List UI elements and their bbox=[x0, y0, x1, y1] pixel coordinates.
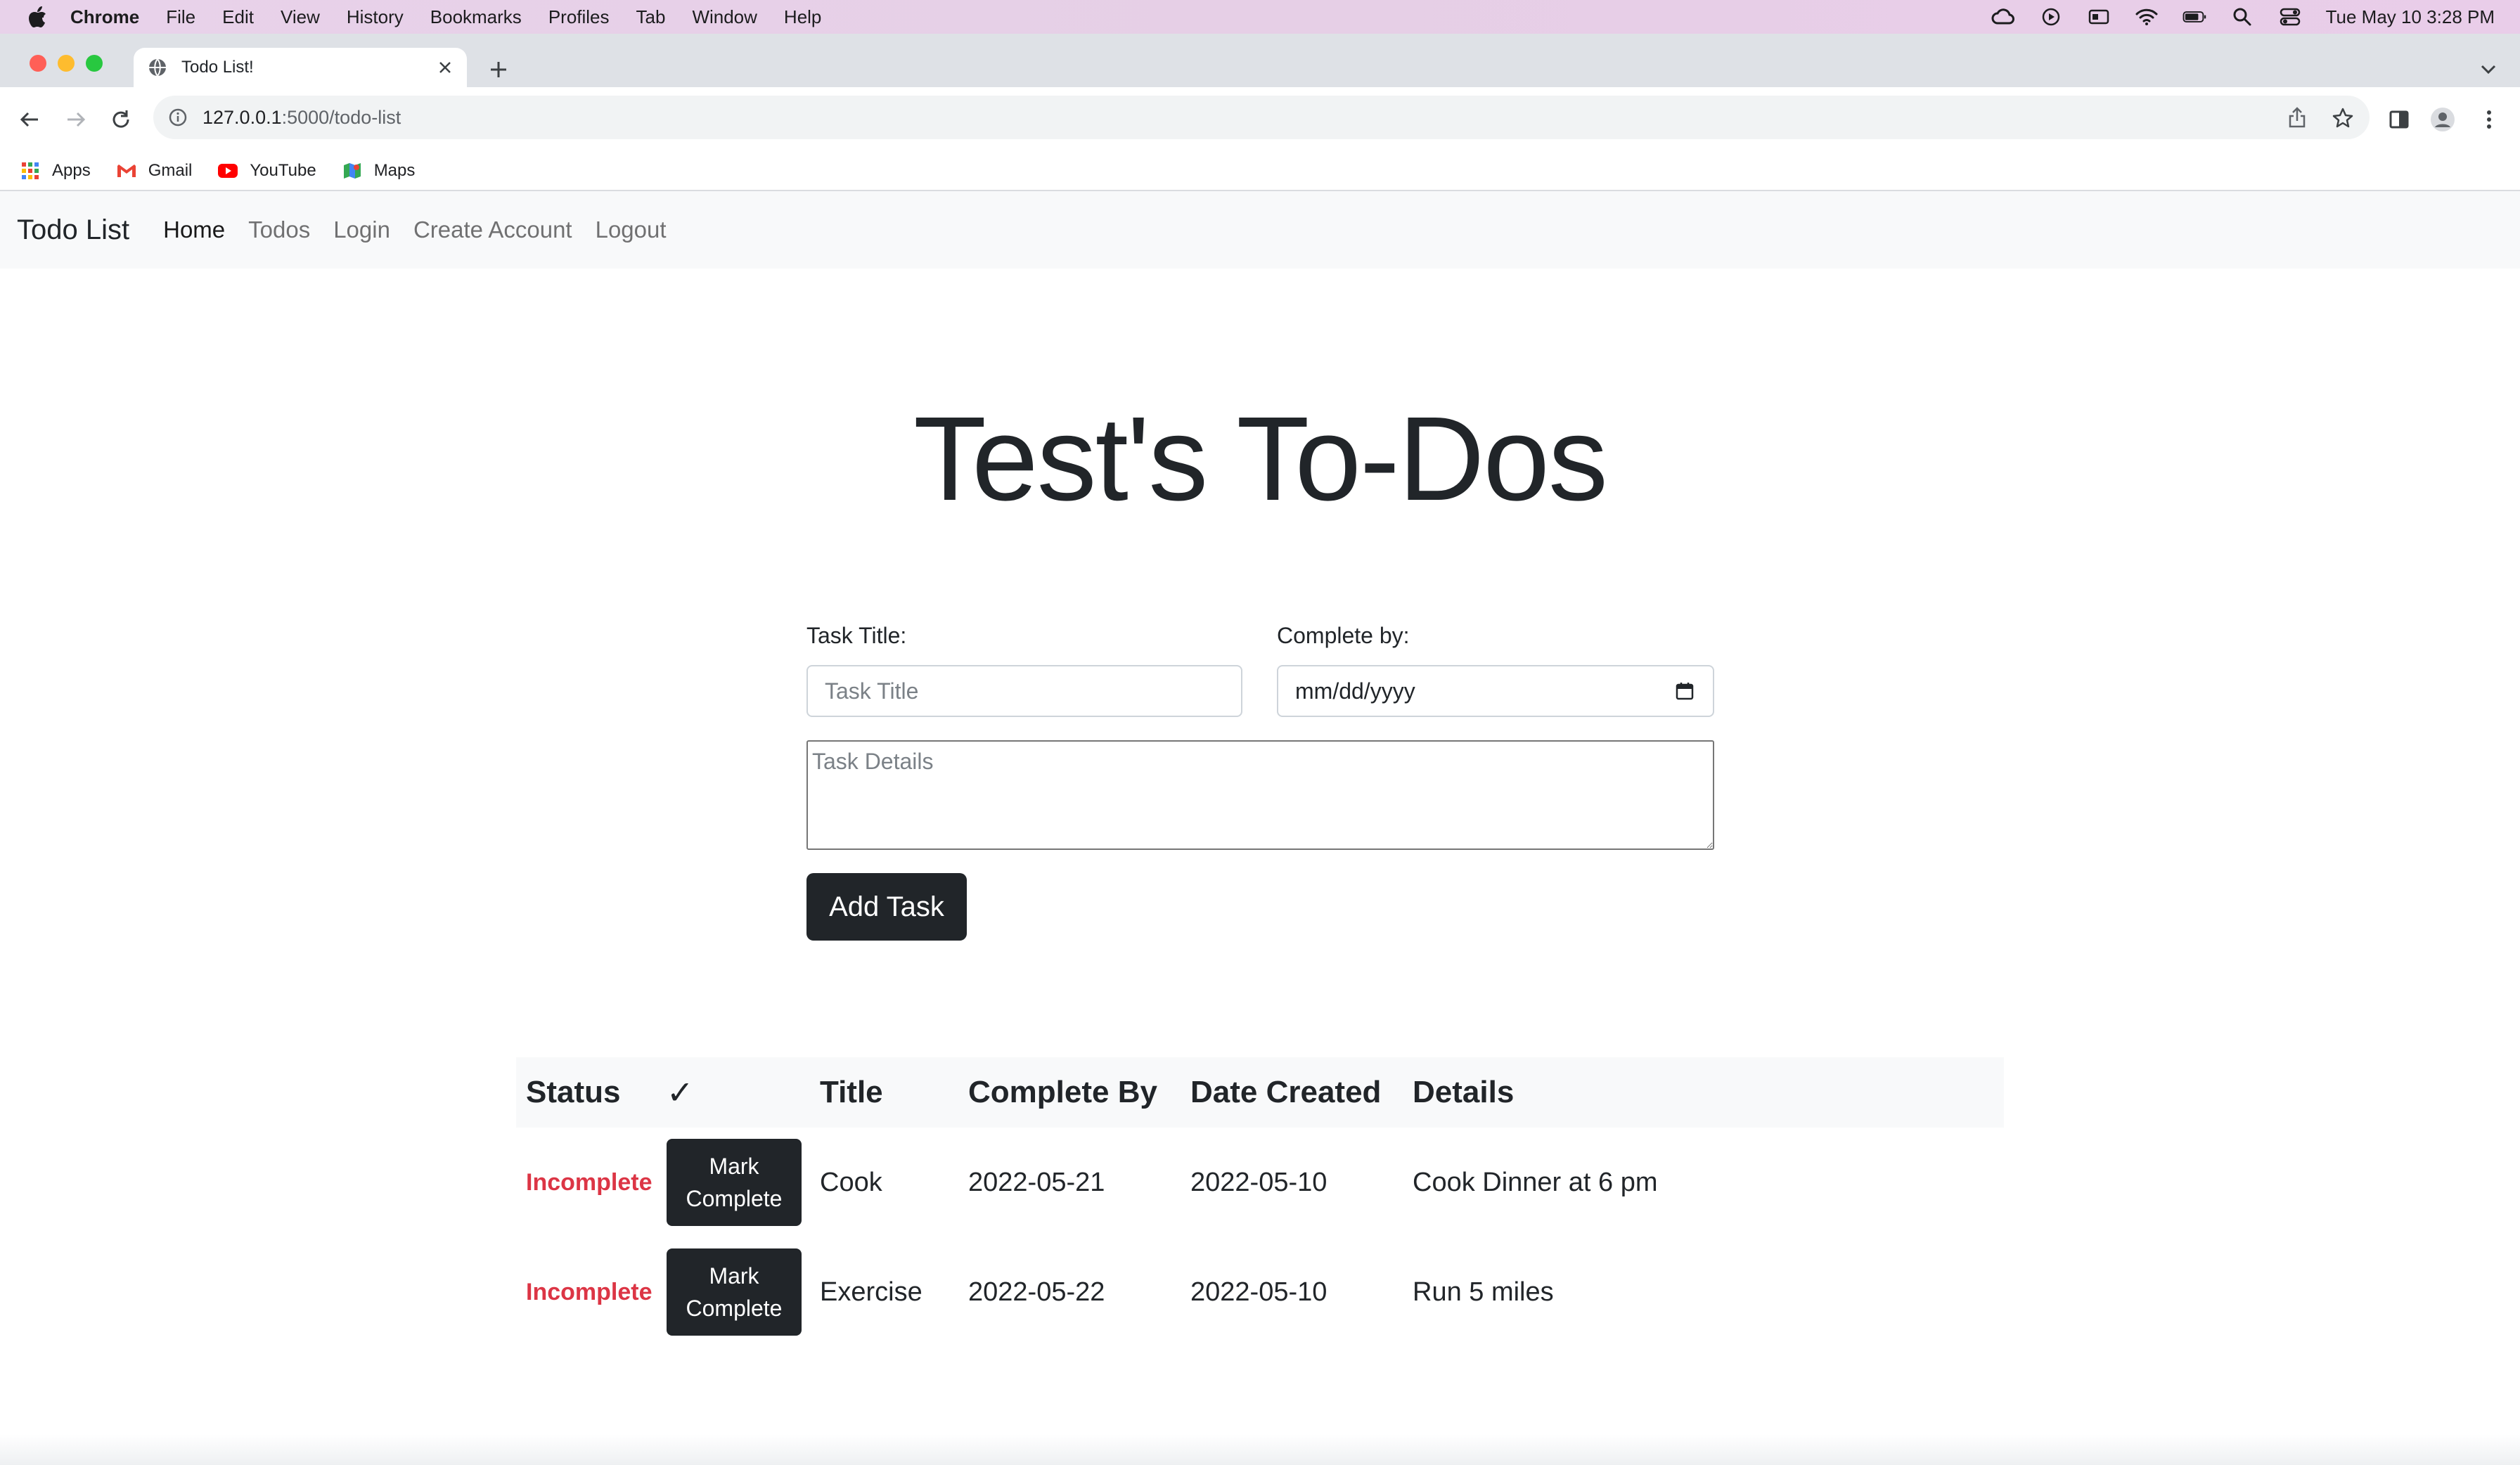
bookmarks-bar: Apps Gmail YouTube Maps bbox=[0, 152, 2520, 191]
add-task-button[interactable]: Add Task bbox=[806, 873, 967, 941]
apps-grid-icon bbox=[20, 160, 41, 181]
navbar-brand[interactable]: Todo List bbox=[17, 214, 129, 246]
mark-complete-button[interactable]: Mark Complete bbox=[667, 1139, 802, 1226]
apple-icon[interactable] bbox=[28, 5, 49, 29]
share-icon[interactable] bbox=[2287, 107, 2308, 128]
task-title-input[interactable] bbox=[806, 665, 1242, 717]
battery-icon[interactable] bbox=[2182, 6, 2206, 27]
bookmark-apps[interactable]: Apps bbox=[20, 160, 91, 181]
forward-arrow-icon[interactable] bbox=[63, 107, 89, 132]
details-cell: Run 5 miles bbox=[1413, 1277, 1554, 1307]
complete-by-cell: 2022-05-22 bbox=[968, 1277, 1105, 1307]
kebab-menu-icon[interactable] bbox=[2476, 107, 2502, 132]
browser-toolbar: 127.0.0.1:5000/todo-list bbox=[0, 87, 2520, 152]
menu-window[interactable]: Window bbox=[692, 6, 757, 28]
control-center-icon[interactable] bbox=[2278, 6, 2302, 27]
complete-by-cell: 2022-05-21 bbox=[968, 1167, 1105, 1197]
mac-menubar: Chrome File Edit View History Bookmarks … bbox=[0, 0, 2520, 34]
header-date-created: Date Created bbox=[1190, 1075, 1382, 1109]
complete-by-date-input[interactable]: mm/dd/yyyy bbox=[1277, 665, 1714, 717]
bookmark-youtube[interactable]: YouTube bbox=[217, 160, 316, 181]
todo-table: Status ✓ Title Complete By Date Created … bbox=[516, 1057, 2004, 1347]
url-text[interactable]: 127.0.0.1:5000/todo-list bbox=[202, 107, 401, 129]
back-arrow-icon[interactable] bbox=[17, 107, 42, 132]
status-badge: Incomplete bbox=[526, 1278, 652, 1305]
complete-by-label: Complete by: bbox=[1277, 623, 1410, 648]
window-close-button[interactable] bbox=[30, 55, 46, 72]
menu-edit[interactable]: Edit bbox=[222, 6, 254, 28]
page-title: Test's To-Dos bbox=[913, 392, 1608, 526]
status-badge: Incomplete bbox=[526, 1168, 652, 1196]
browser-tab-active[interactable]: Todo List! bbox=[134, 48, 467, 87]
menu-chrome[interactable]: Chrome bbox=[70, 6, 139, 28]
menu-file[interactable]: File bbox=[166, 6, 195, 28]
menu-profiles[interactable]: Profiles bbox=[548, 6, 610, 28]
header-checkmark-icon: ✓ bbox=[667, 1074, 694, 1111]
bookmark-star-icon[interactable] bbox=[2332, 107, 2354, 129]
date-placeholder: mm/dd/yyyy bbox=[1295, 678, 1415, 704]
close-icon[interactable] bbox=[435, 57, 456, 78]
browser-tabstrip: Todo List! bbox=[0, 34, 2520, 87]
header-title: Title bbox=[820, 1075, 883, 1109]
gmail-icon bbox=[116, 160, 137, 181]
mark-complete-button[interactable]: Mark Complete bbox=[667, 1248, 802, 1336]
task-title-cell: Cook bbox=[820, 1167, 882, 1197]
site-info-icon[interactable] bbox=[167, 107, 188, 128]
menu-bookmarks[interactable]: Bookmarks bbox=[430, 6, 522, 28]
header-complete-by: Complete By bbox=[968, 1075, 1157, 1109]
creative-cloud-icon[interactable] bbox=[1991, 6, 2015, 27]
reload-icon[interactable] bbox=[108, 107, 134, 132]
site-navbar: Todo List Home Todos Login Create Accoun… bbox=[0, 191, 2520, 269]
menubar-clock[interactable]: Tue May 10 3:28 PM bbox=[2326, 6, 2495, 28]
menu-history[interactable]: History bbox=[347, 6, 404, 28]
page-bottom-edge bbox=[0, 1434, 2520, 1465]
menu-view[interactable]: View bbox=[281, 6, 320, 28]
table-row: Incomplete Mark Complete Exercise 2022-05… bbox=[516, 1237, 2004, 1347]
details-cell: Cook Dinner at 6 pm bbox=[1413, 1167, 1658, 1197]
nav-link-home[interactable]: Home bbox=[163, 217, 225, 243]
wifi-icon[interactable] bbox=[2135, 6, 2159, 27]
table-row: Incomplete Mark Complete Cook 2022-05-21 … bbox=[516, 1128, 2004, 1237]
nav-link-todos[interactable]: Todos bbox=[248, 217, 310, 243]
menu-tab[interactable]: Tab bbox=[636, 6, 666, 28]
bookmark-label: Gmail bbox=[148, 161, 193, 180]
nav-link-login[interactable]: Login bbox=[333, 217, 390, 243]
play-icon[interactable] bbox=[2039, 6, 2063, 27]
mark-cell: Mark Complete bbox=[667, 1248, 820, 1336]
bookmark-label: Maps bbox=[373, 161, 416, 180]
header-status: Status bbox=[526, 1075, 621, 1109]
display-icon[interactable] bbox=[2087, 6, 2111, 27]
tab-title: Todo List! bbox=[181, 58, 254, 77]
nav-link-create-account[interactable]: Create Account bbox=[413, 217, 572, 243]
spotlight-search-icon[interactable] bbox=[2230, 6, 2254, 27]
globe-icon bbox=[148, 57, 169, 78]
bookmark-label: YouTube bbox=[250, 161, 316, 180]
date-created-cell: 2022-05-10 bbox=[1190, 1167, 1328, 1197]
youtube-icon bbox=[217, 160, 238, 181]
window-minimize-button[interactable] bbox=[58, 55, 75, 72]
window-zoom-button[interactable] bbox=[86, 55, 103, 72]
tab-search-chevron-down-icon[interactable] bbox=[2478, 59, 2499, 80]
side-panel-icon[interactable] bbox=[2386, 107, 2412, 132]
header-details: Details bbox=[1413, 1075, 1515, 1109]
new-tab-plus-icon[interactable] bbox=[487, 58, 510, 82]
nav-link-logout[interactable]: Logout bbox=[596, 217, 667, 243]
bookmark-maps[interactable]: Maps bbox=[342, 160, 416, 181]
url-path: :5000/todo-list bbox=[281, 106, 401, 128]
address-bar[interactable]: 127.0.0.1:5000/todo-list bbox=[153, 96, 2370, 139]
calendar-icon[interactable] bbox=[1673, 680, 1696, 702]
mark-cell: Mark Complete bbox=[667, 1139, 820, 1226]
task-title-cell: Exercise bbox=[820, 1277, 922, 1307]
bookmark-label: Apps bbox=[52, 161, 91, 180]
table-header-row: Status ✓ Title Complete By Date Created … bbox=[516, 1057, 2004, 1128]
bookmark-gmail[interactable]: Gmail bbox=[116, 160, 193, 181]
task-details-textarea[interactable] bbox=[806, 740, 1714, 850]
profile-avatar-icon[interactable] bbox=[2430, 107, 2455, 132]
menu-help[interactable]: Help bbox=[784, 6, 821, 28]
url-host: 127.0.0.1 bbox=[202, 106, 282, 128]
status-area: Tue May 10 3:28 PM bbox=[1991, 0, 2495, 34]
date-created-cell: 2022-05-10 bbox=[1190, 1277, 1328, 1307]
task-title-label: Task Title: bbox=[806, 623, 907, 648]
maps-icon bbox=[342, 160, 363, 181]
